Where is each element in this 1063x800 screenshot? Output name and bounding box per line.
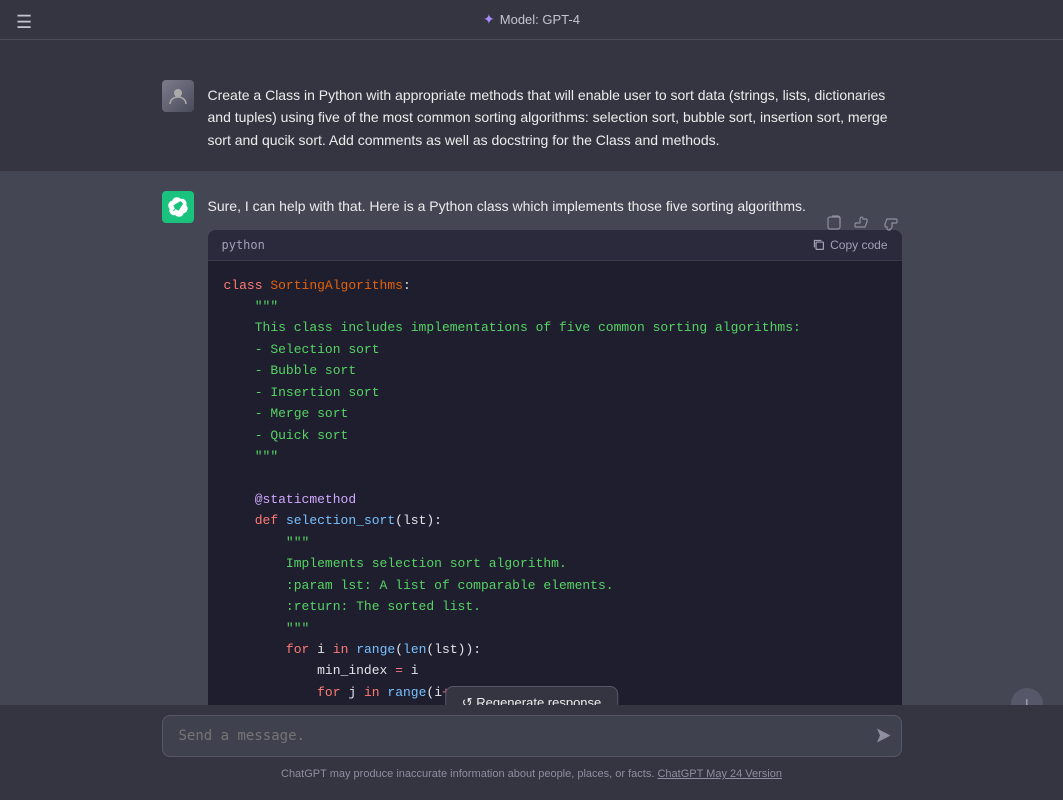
user-avatar-image xyxy=(162,80,194,112)
input-wrap xyxy=(162,715,902,760)
user-message-row: Create a Class in Python with appropriat… xyxy=(0,60,1063,171)
user-message-inner: Create a Class in Python with appropriat… xyxy=(162,80,902,151)
sidebar-toggle-button[interactable]: ☰ xyxy=(12,8,36,37)
code-header: python Copy code xyxy=(208,230,902,261)
user-message-text: Create a Class in Python with appropriat… xyxy=(208,80,902,151)
topbar: ☰ ✦ Model: GPT-4 xyxy=(0,0,1063,40)
code-language: python xyxy=(222,238,265,252)
copy-message-button[interactable] xyxy=(822,211,846,238)
model-name: Model: GPT-4 xyxy=(500,12,580,27)
thumbs-up-button[interactable] xyxy=(850,211,874,238)
copy-code-label: Copy code xyxy=(830,238,887,252)
user-avatar xyxy=(162,80,194,112)
thumbs-down-button[interactable] xyxy=(878,211,902,238)
send-button[interactable] xyxy=(876,727,892,748)
ai-avatar xyxy=(162,191,194,223)
sparkle-icon: ✦ xyxy=(483,11,495,28)
footer-note: ChatGPT may produce inaccurate informati… xyxy=(281,768,782,780)
bottom-bar: ChatGPT may produce inaccurate informati… xyxy=(0,705,1063,800)
footer-link[interactable]: ChatGPT May 24 Version xyxy=(657,768,782,780)
message-actions xyxy=(822,211,902,238)
model-label: ✦ Model: GPT-4 xyxy=(483,11,580,28)
copy-code-button[interactable]: Copy code xyxy=(812,238,887,252)
ai-message-text: Sure, I can help with that. Here is a Py… xyxy=(208,191,902,217)
chat-input[interactable] xyxy=(162,715,902,757)
